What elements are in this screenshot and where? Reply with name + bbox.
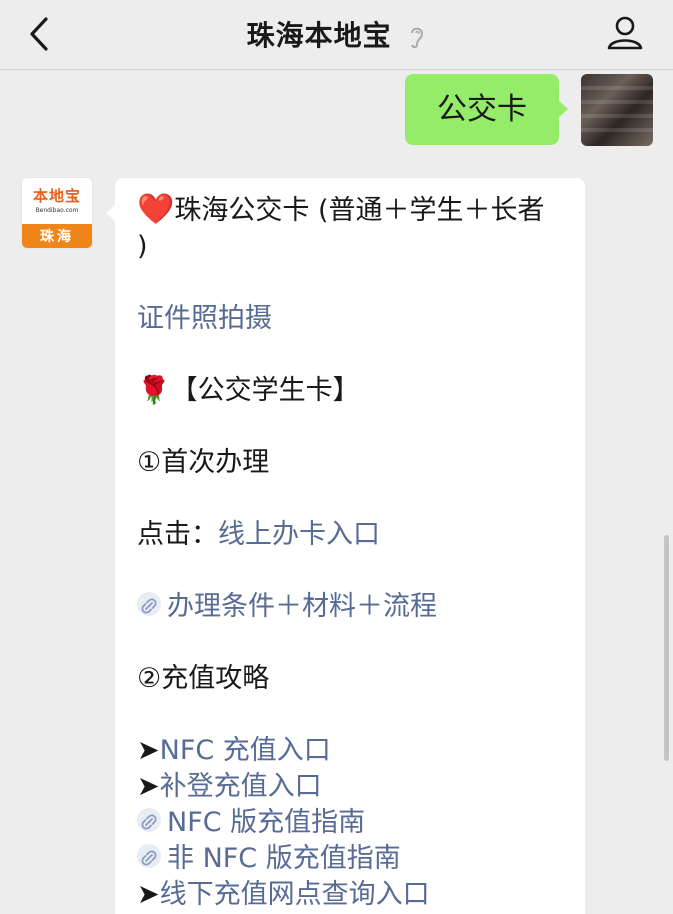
conditions-link[interactable]: 办理条件＋材料＋流程: [137, 589, 563, 625]
offline-entry-row[interactable]: ➤线下充值网点查询入口: [137, 877, 563, 913]
outgoing-message: 公交卡: [405, 74, 653, 146]
link-icon: [137, 592, 161, 616]
non-nfc-guide-link[interactable]: 非 NFC 版充值指南: [137, 841, 563, 877]
nfc-entry-row[interactable]: ➤NFC 充值入口: [137, 733, 563, 769]
message-title: ❤️珠海公交卡 (普通＋学生＋长者: [137, 192, 545, 227]
logo-city: 珠海: [22, 224, 92, 248]
nfc-guide-link[interactable]: NFC 版充值指南: [137, 805, 563, 841]
incoming-bubble: ❤️珠海公交卡 (普通＋学生＋长者 ) 证件照拍摄 🌹【公交学生卡】 ①首次办理…: [106, 178, 585, 914]
recharge-heading: ②充值攻略: [137, 663, 270, 694]
user-avatar[interactable]: [581, 74, 653, 146]
supplement-entry-row[interactable]: ➤补登充值入口: [137, 769, 563, 805]
arrow-icon: ➤: [137, 879, 160, 910]
nav-bar: 珠海本地宝: [0, 0, 673, 70]
link-icon: [137, 844, 161, 868]
logo-sub: Bendibao.com: [35, 207, 79, 214]
link-icon: [137, 808, 161, 832]
photo-link[interactable]: 证件照拍摄: [137, 301, 563, 337]
outgoing-bubble[interactable]: 公交卡: [405, 74, 568, 145]
chat-title: 珠海本地宝: [246, 19, 392, 52]
heart-icon: ❤️: [137, 192, 175, 227]
online-entry-row: 点击：线上办卡入口: [137, 517, 563, 553]
account-avatar[interactable]: 本地宝 Bendibao.com 珠海: [21, 177, 93, 249]
user-icon[interactable]: [605, 12, 645, 52]
online-card-link[interactable]: 线上办卡入口: [218, 519, 380, 550]
message-title-end: ): [137, 231, 148, 262]
student-card-heading: 🌹【公交学生卡】: [137, 375, 360, 406]
scrollbar[interactable]: [664, 535, 669, 761]
arrow-icon: ➤: [137, 771, 160, 802]
arrow-icon: ➤: [137, 735, 160, 766]
ear-icon: [411, 27, 424, 49]
click-label: 点击：: [137, 519, 218, 550]
first-time-heading: ①首次办理: [137, 447, 270, 478]
chat-title-wrap: 珠海本地宝: [0, 14, 673, 54]
rose-icon: 🌹: [137, 375, 171, 406]
logo-main: 本地宝: [32, 187, 81, 205]
